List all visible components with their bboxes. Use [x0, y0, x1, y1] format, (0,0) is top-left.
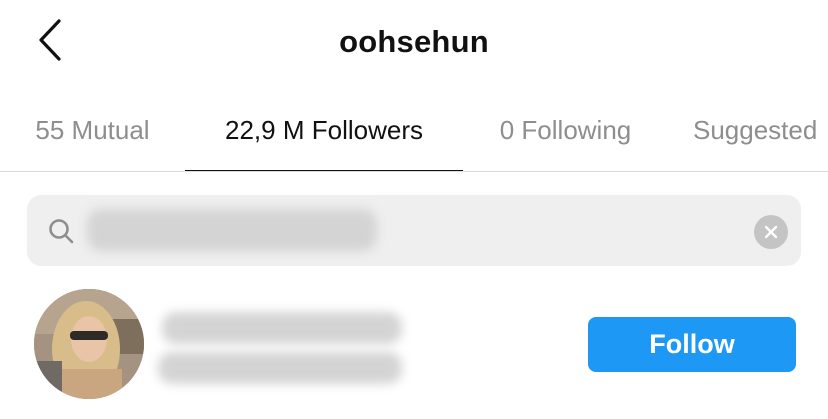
page-title: oohsehun: [339, 24, 489, 59]
avatar[interactable]: [34, 289, 144, 399]
list-item[interactable]: Follow: [0, 282, 828, 402]
search-icon: [49, 219, 74, 244]
tab-suggested[interactable]: Suggested: [693, 88, 828, 171]
avatar-photo: [34, 289, 144, 399]
clear-search-button[interactable]: [754, 215, 788, 249]
active-tab-indicator: [185, 170, 463, 171]
tab-bar: 55 Mutual 22,9 M Followers 0 Following S…: [0, 88, 828, 172]
tab-followers[interactable]: 22,9 M Followers: [185, 88, 463, 171]
redacted-username: [162, 312, 402, 344]
redacted-search-text: [87, 209, 377, 251]
redacted-fullname: [158, 352, 402, 384]
clear-icon: [764, 225, 778, 239]
follow-button[interactable]: Follow: [588, 317, 796, 372]
search-bar[interactable]: [27, 195, 801, 266]
header: oohsehun: [0, 0, 828, 88]
tab-following[interactable]: 0 Following: [463, 88, 668, 171]
tab-mutual[interactable]: 55 Mutual: [0, 88, 185, 171]
